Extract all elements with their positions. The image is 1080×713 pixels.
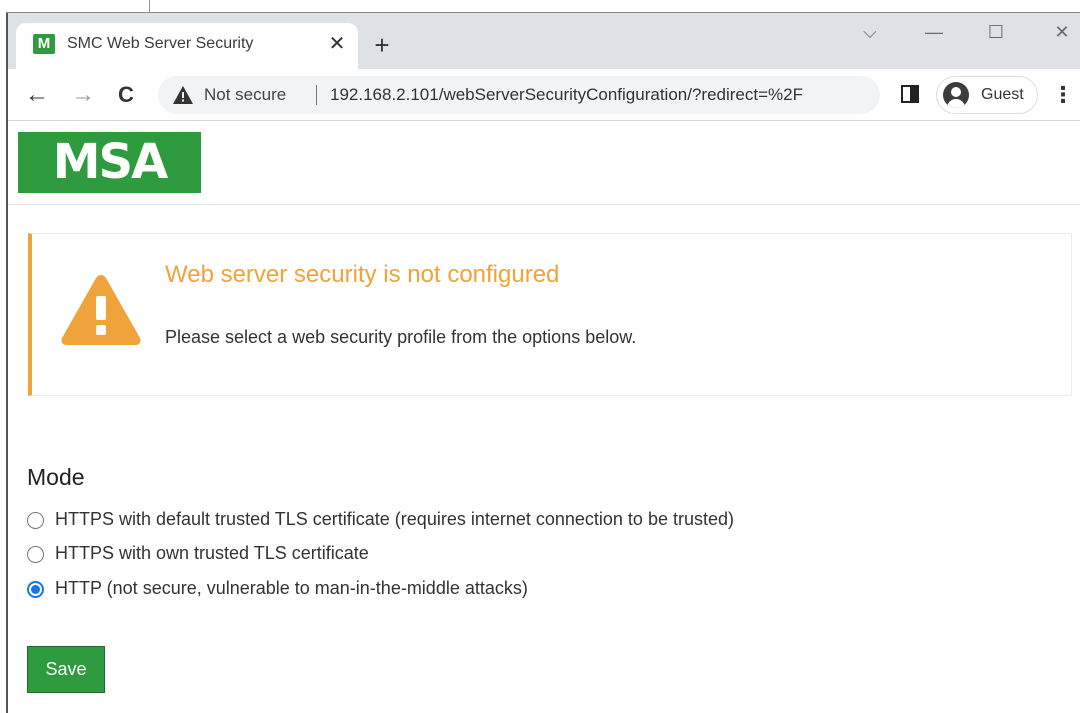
tab-strip: M SMC Web Server Security ✕ + ⌵ — ☐ ✕ bbox=[8, 13, 1080, 69]
screenshot: M SMC Web Server Security ✕ + ⌵ — ☐ ✕ ← … bbox=[0, 0, 1080, 713]
url-text[interactable]: 192.168.2.101/webServerSecurityConfigura… bbox=[330, 85, 803, 105]
kebab-menu-icon[interactable]: ⋮ bbox=[1052, 80, 1074, 110]
profile-icon bbox=[943, 82, 969, 108]
separator bbox=[316, 85, 317, 105]
tab-title: SMC Web Server Security bbox=[67, 35, 254, 52]
alert-message: Please select a web security profile fro… bbox=[165, 327, 637, 347]
profile-label: Guest bbox=[981, 86, 1024, 103]
forward-arrow-icon[interactable]: → bbox=[68, 80, 98, 110]
close-window-button[interactable]: ✕ bbox=[1042, 17, 1080, 47]
mode-heading: Mode bbox=[27, 464, 85, 490]
radio-label[interactable]: HTTPS with default trusted TLS certifica… bbox=[55, 509, 734, 530]
maximize-button[interactable]: ☐ bbox=[976, 17, 1016, 47]
radio-button-selected[interactable] bbox=[27, 581, 44, 598]
warning-icon[interactable] bbox=[172, 84, 194, 106]
favicon-icon: M bbox=[33, 34, 55, 54]
radio-button[interactable] bbox=[27, 546, 44, 563]
radio-label[interactable]: HTTPS with own trusted TLS certificate bbox=[55, 543, 369, 564]
msa-logo: MSA bbox=[18, 132, 201, 193]
back-arrow-icon[interactable]: ← bbox=[22, 80, 52, 110]
browser-tab[interactable]: M SMC Web Server Security ✕ bbox=[16, 23, 358, 69]
reload-icon[interactable]: C bbox=[111, 80, 141, 110]
address-bar[interactable]: Not secure 192.168.2.101/webServerSecuri… bbox=[158, 76, 880, 114]
close-icon[interactable]: ✕ bbox=[324, 31, 350, 57]
profile-button[interactable]: Guest bbox=[936, 76, 1038, 114]
header-divider bbox=[8, 204, 1080, 205]
warning-alert: Web server security is not configured Pl… bbox=[28, 233, 1072, 396]
tab-search-icon[interactable]: ⌵ bbox=[850, 17, 890, 47]
plus-icon[interactable]: + bbox=[368, 31, 396, 59]
side-panel-icon[interactable] bbox=[901, 85, 919, 103]
alert-title: Web server security is not configured bbox=[165, 261, 560, 288]
stray-mark bbox=[149, 0, 150, 12]
minimize-button[interactable]: — bbox=[914, 17, 954, 47]
window-top-border bbox=[6, 12, 1080, 13]
warning-triangle-icon bbox=[61, 275, 141, 345]
save-button[interactable]: Save bbox=[27, 646, 105, 693]
radio-label[interactable]: HTTP (not secure, vulnerable to man-in-t… bbox=[55, 578, 528, 599]
security-status[interactable]: Not secure bbox=[204, 85, 286, 105]
radio-button[interactable] bbox=[27, 512, 44, 529]
browser-toolbar: ← → C Not secure 192.168.2.101/webServer… bbox=[8, 69, 1080, 121]
logo-text: MSA bbox=[52, 134, 168, 190]
